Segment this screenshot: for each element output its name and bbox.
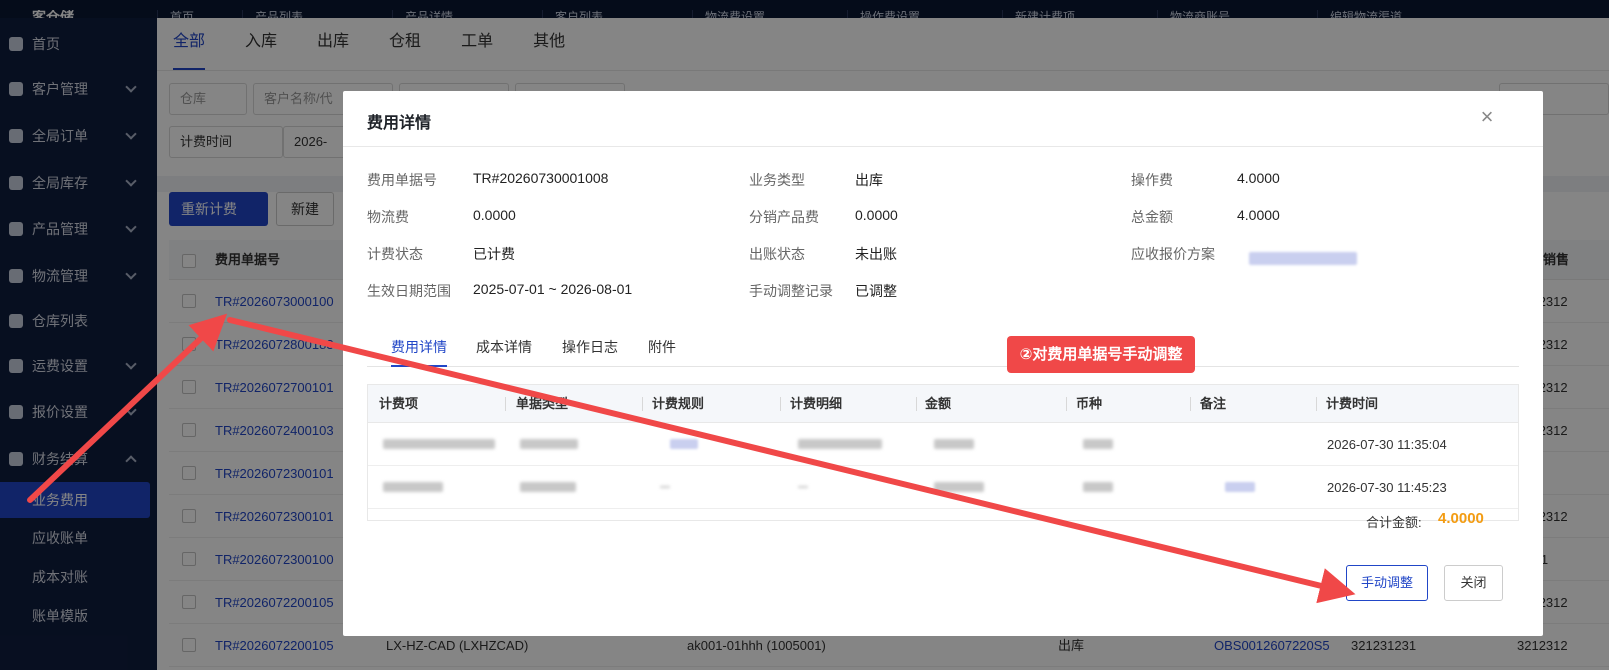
redacted-cell <box>520 482 576 492</box>
header-separator <box>916 397 917 411</box>
redacted-cell <box>1083 439 1113 449</box>
redacted-cell <box>934 439 974 449</box>
redacted-cell <box>660 486 670 488</box>
th-doc-type: 单据类型 <box>516 396 569 411</box>
business-type-value: 出库 <box>855 172 883 188</box>
detail-tabs: 费用详情 成本详情 操作日志 附件 <box>367 331 1519 367</box>
operation-fee-label: 操作费 <box>1131 172 1173 188</box>
th-remark: 备注 <box>1200 396 1227 411</box>
tab-operation-log[interactable]: 操作日志 <box>562 337 618 367</box>
header-separator <box>642 397 643 411</box>
annotation-callout: ②对费用单据号手动调整 <box>1007 336 1195 373</box>
fee-detail-modal: 费用详情 × 费用单据号 TR#20260730001008 业务类型 出库 操… <box>343 91 1543 636</box>
th-rule: 计费规则 <box>652 396 705 411</box>
header-separator <box>1066 397 1067 411</box>
tab-fee-detail[interactable]: 费用详情 <box>391 337 447 367</box>
tab-cost-detail[interactable]: 成本详情 <box>476 337 532 367</box>
th-amount: 金额 <box>925 396 952 411</box>
redacted-cell <box>383 482 443 492</box>
doc-no-value: TR#20260730001008 <box>473 170 609 186</box>
header-separator <box>505 397 506 411</box>
manual-adjust-button[interactable]: 手动调整 <box>1346 565 1428 601</box>
effective-range-value: 2025-07-01 ~ 2026-08-01 <box>473 281 633 297</box>
quote-plan-link-redacted[interactable] <box>1249 252 1357 265</box>
distribution-fee-value: 0.0000 <box>855 207 898 223</box>
fee-items-table: 计费项 单据类型 计费规则 计费明细 金额 币种 备注 计费时间 2026-07… <box>367 384 1519 521</box>
bill-status-label: 出账状态 <box>749 246 805 262</box>
grand-total-label: 合计金额: <box>1366 515 1422 530</box>
adjust-record-label: 手动调整记录 <box>749 283 833 299</box>
redacted-link[interactable] <box>1225 482 1255 492</box>
quote-plan-label: 应收报价方案 <box>1131 246 1215 262</box>
redacted-cell <box>934 482 984 492</box>
th-currency: 币种 <box>1076 396 1103 411</box>
redacted-cell <box>1083 482 1113 492</box>
effective-range-label: 生效日期范围 <box>367 283 451 299</box>
billing-time-cell: 2026-07-30 11:35:04 <box>1327 437 1447 452</box>
header-separator <box>1316 397 1317 411</box>
billing-status-value: 已计费 <box>473 246 515 262</box>
close-button[interactable]: 关闭 <box>1444 565 1503 601</box>
table-row: 2026-07-30 11:35:04 <box>368 423 1518 466</box>
logistics-fee-label: 物流费 <box>367 209 409 225</box>
doc-no-label: 费用单据号 <box>367 172 437 188</box>
grand-total-value: 4.0000 <box>1438 510 1484 527</box>
th-detail: 计费明细 <box>790 396 843 411</box>
modal-title: 费用详情 <box>367 115 432 132</box>
redacted-cell <box>520 439 578 449</box>
business-type-label: 业务类型 <box>749 172 805 188</box>
billing-time-cell: 2026-07-30 11:45:23 <box>1327 480 1447 495</box>
operation-fee-value: 4.0000 <box>1237 170 1280 186</box>
total-amount-value: 4.0000 <box>1237 207 1280 223</box>
distribution-fee-label: 分销产品费 <box>749 209 819 225</box>
header-separator <box>780 397 781 411</box>
th-billing-time: 计费时间 <box>1326 396 1379 411</box>
redacted-cell <box>798 439 882 449</box>
tab-attachments[interactable]: 附件 <box>648 337 676 367</box>
table-row: 2026-07-30 11:45:23 <box>368 466 1518 509</box>
total-amount-label: 总金额 <box>1131 209 1173 225</box>
header-separator <box>1190 397 1191 411</box>
fee-items-header: 计费项 单据类型 计费规则 计费明细 金额 币种 备注 计费时间 <box>368 385 1518 423</box>
adjust-record-value[interactable]: 已调整 <box>855 281 897 301</box>
close-icon[interactable]: × <box>1475 105 1499 129</box>
billing-status-label: 计费状态 <box>367 246 423 262</box>
bill-status-value: 未出账 <box>855 246 897 262</box>
th-fee-item: 计费项 <box>379 396 419 411</box>
modal-header: 费用详情 × <box>343 91 1543 147</box>
redacted-cell <box>383 439 495 449</box>
redacted-cell <box>798 486 808 488</box>
logistics-fee-value: 0.0000 <box>473 207 516 223</box>
redacted-link[interactable] <box>670 439 698 449</box>
